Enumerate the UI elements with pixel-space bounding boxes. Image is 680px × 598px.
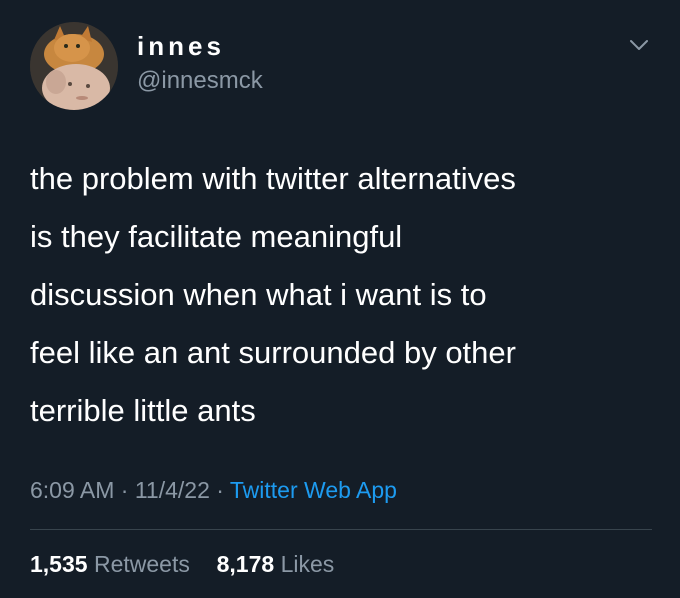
avatar[interactable] xyxy=(30,22,118,110)
likes-count: 8,178 xyxy=(216,551,275,577)
tweet-date[interactable]: 11/4/22 xyxy=(135,477,210,503)
divider xyxy=(30,529,652,530)
username-handle[interactable]: @innesmck xyxy=(137,66,263,96)
tweet-text: the problem with twitter alternatives is… xyxy=(30,161,516,428)
chevron-down-icon[interactable] xyxy=(624,30,654,60)
meta-separator-2: · xyxy=(209,477,230,503)
tweet-source-link[interactable]: Twitter Web App xyxy=(230,477,397,503)
likes-label: Likes xyxy=(280,551,335,577)
avatar-image xyxy=(30,22,118,110)
tweet-stats: 1,535 Retweets 8,178 Likes xyxy=(30,548,334,580)
display-name[interactable]: innes xyxy=(137,30,225,62)
tweet-time[interactable]: 6:09 AM xyxy=(30,477,114,503)
tweet-card: innes @innesmck the problem with twitter… xyxy=(0,0,680,598)
retweets-stat[interactable]: 1,535 Retweets xyxy=(30,551,196,577)
likes-stat[interactable]: 8,178 Likes xyxy=(210,551,335,577)
meta-separator: · xyxy=(114,477,135,503)
retweets-label: Retweets xyxy=(93,551,190,577)
retweets-count: 1,535 xyxy=(30,551,88,577)
tweet-meta: 6:09 AM · 11/4/22 · Twitter Web App xyxy=(30,474,397,506)
